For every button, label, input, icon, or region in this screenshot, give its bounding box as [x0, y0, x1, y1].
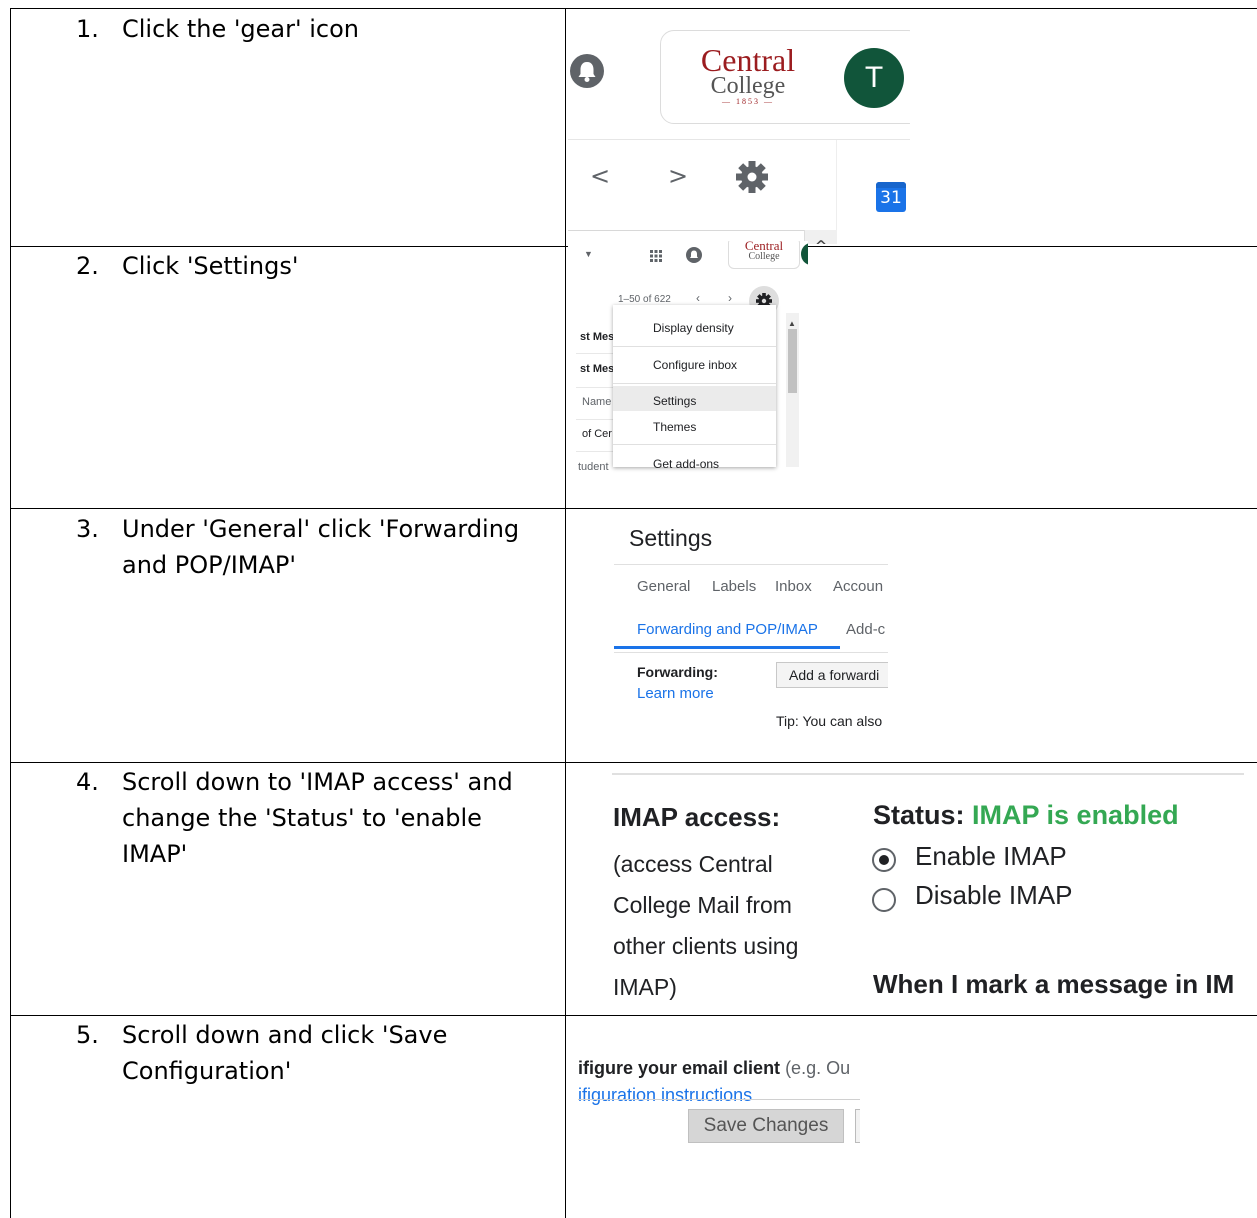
tab-labels[interactable]: Labels	[712, 578, 756, 595]
step-number: 4.	[76, 768, 99, 796]
screenshot-imap-access: IMAP access: (access Central College Mai…	[568, 764, 1244, 1012]
scrollbar-thumb[interactable]	[788, 329, 797, 393]
tab-accounts[interactable]: Accoun	[833, 578, 883, 595]
scroll-up-icon[interactable]: ^	[804, 230, 837, 244]
dropdown-caret-icon[interactable]: ▼	[584, 249, 593, 259]
page-title: Settings	[629, 525, 713, 551]
list-item: st Mes	[580, 363, 615, 375]
imap-access-label: IMAP access:	[613, 802, 781, 832]
scroll-up-icon[interactable]: ▲	[788, 319, 796, 328]
step-text: Scroll down and click 'Save Configuratio…	[122, 1021, 448, 1085]
chevron-left-icon[interactable]: ‹	[696, 291, 700, 305]
enable-imap-label[interactable]: Enable IMAP	[915, 841, 1067, 872]
tab-forwarding-pop-imap[interactable]: Forwarding and POP/IMAP	[637, 621, 818, 638]
screenshot-save-changes: ifigure your email client (e.g. Ou ifigu…	[568, 1019, 860, 1218]
tab-inbox[interactable]: Inbox	[775, 578, 812, 595]
column-divider	[565, 8, 566, 1218]
forwarding-label: Forwarding:	[637, 664, 718, 680]
row-divider-2	[10, 508, 1257, 509]
step-text: Click the 'gear' icon	[122, 15, 359, 43]
configuration-instructions-link[interactable]: ifiguration instructions	[578, 1085, 752, 1106]
row-divider-3	[10, 762, 1257, 763]
configure-email-client-text: ifigure your email client (e.g. Ou	[578, 1058, 851, 1078]
screenshot-gear: Central College — 1853 — T < > 31 ^	[568, 18, 910, 244]
screenshot-settings-tabs: Settings General Labels Inbox Accoun For…	[568, 510, 888, 756]
chevron-left-icon[interactable]: <	[590, 162, 610, 190]
list-item: Name	[582, 396, 612, 408]
menu-item-settings[interactable]: Settings	[613, 386, 776, 411]
imap-description: (access Central College Mail from other …	[613, 851, 799, 1000]
row-divider-4	[10, 1015, 1257, 1016]
step-number: 3.	[76, 515, 99, 543]
bell-icon[interactable]	[570, 54, 604, 88]
enable-imap-radio[interactable]	[872, 848, 896, 872]
list-divider	[568, 230, 808, 231]
disable-imap-label[interactable]: Disable IMAP	[915, 880, 1073, 911]
step-text: Scroll down to 'IMAP access' and change …	[122, 768, 513, 868]
list-item: tudent	[578, 461, 609, 473]
toolbar-divider	[836, 140, 837, 240]
chevron-right-icon[interactable]: ›	[728, 291, 732, 305]
list-item: of Cer	[582, 428, 612, 440]
step-number: 5.	[76, 1021, 99, 1049]
table-border-left	[10, 8, 11, 1218]
avatar[interactable]	[801, 243, 808, 265]
learn-more-link[interactable]: Learn more	[637, 685, 714, 702]
step-text: Under 'General' click 'Forwarding and PO…	[122, 515, 520, 579]
chevron-right-icon[interactable]: >	[668, 162, 688, 190]
step-number: 1.	[76, 15, 99, 43]
central-college-logo: Central College — 1853 —	[700, 42, 796, 106]
table-border-top	[10, 8, 1257, 9]
header-divider	[568, 139, 910, 140]
mark-message-heading: When I mark a message in IM	[873, 969, 1235, 999]
add-forwarding-address-button[interactable]: Add a forwardi	[776, 662, 888, 688]
central-college-logo: Central College	[728, 241, 800, 269]
disable-imap-radio[interactable]	[872, 888, 896, 912]
account-card[interactable]: Central College — 1853 — T	[660, 30, 910, 124]
imap-status: Status: IMAP is enabled	[873, 800, 1179, 830]
step-text: Click 'Settings'	[122, 252, 299, 280]
save-changes-button[interactable]: Save Changes	[688, 1109, 844, 1143]
avatar[interactable]: T	[844, 48, 904, 108]
calendar-icon[interactable]: 31	[876, 182, 906, 212]
bell-icon[interactable]	[686, 247, 702, 263]
settings-menu: Display density Configure inbox Settings…	[613, 305, 776, 471]
gear-icon[interactable]	[734, 159, 770, 195]
step-number: 2.	[76, 252, 99, 280]
tip-text: Tip: You can also	[776, 713, 883, 729]
apps-icon[interactable]	[650, 249, 662, 262]
screenshot-settings-menu: ▼ Central College 1–50 of 622 ‹ › st Mes…	[568, 241, 808, 473]
cancel-button[interactable]	[855, 1109, 860, 1143]
tab-general[interactable]: General	[637, 578, 690, 595]
tab-add-ons[interactable]: Add-c	[846, 621, 885, 638]
list-item: st Mes	[580, 331, 615, 343]
active-tab-indicator	[614, 646, 840, 649]
pagination-count: 1–50 of 622	[618, 294, 671, 305]
